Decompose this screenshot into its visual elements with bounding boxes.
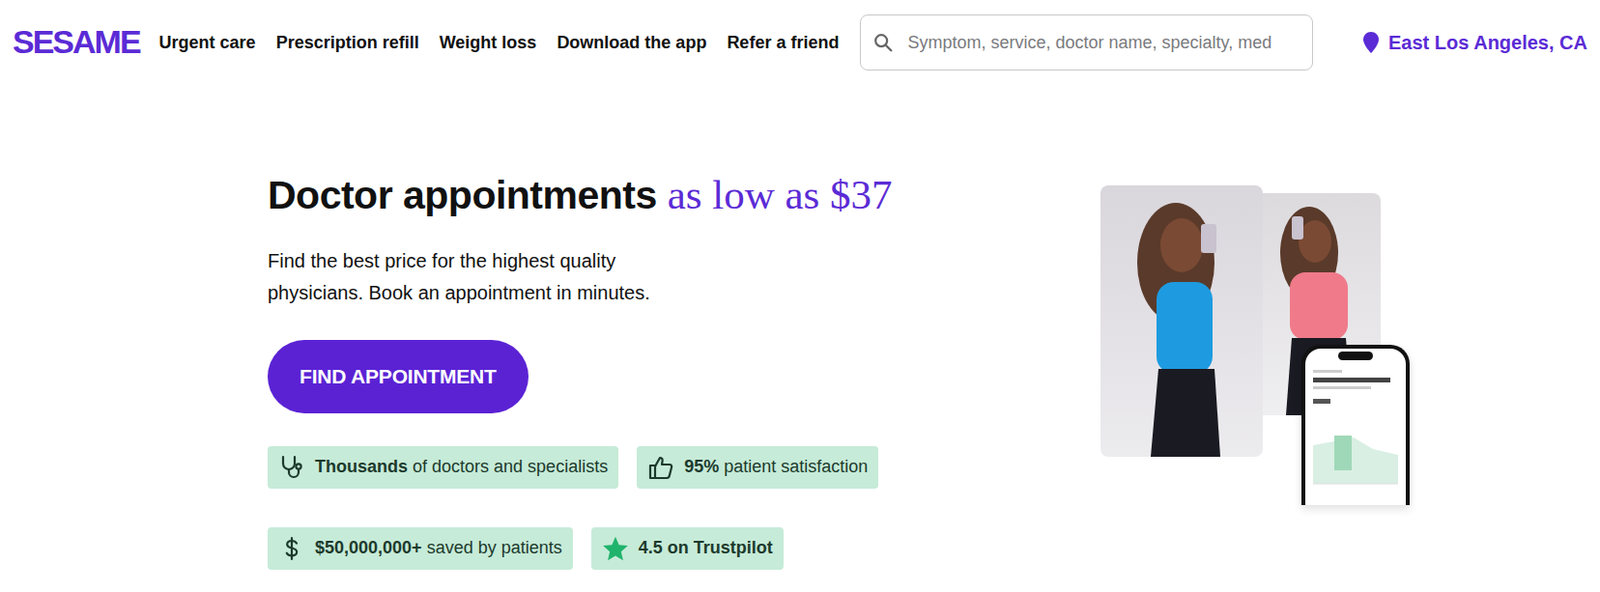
location-text[interactable]: East Los Angeles, CA [1388,28,1588,58]
nav-link[interactable]: Refer a friend [726,29,839,57]
main-nav: Urgent care Prescription refill Weight los… [159,29,840,57]
stat-badge: $50,000,000+ saved by patients [267,527,573,571]
nav-link[interactable]: Weight loss [439,29,538,57]
nav-link[interactable]: Download the app [556,29,707,57]
stethoscope-icon [278,454,306,482]
stat-label: patient satisfaction [723,457,868,477]
stat-text: Thousands of doctors and specialists [314,454,608,481]
stat-text: $50,000,000+ saved by patients [314,535,563,562]
hero: Doctor appointments as low as $37 Find th… [0,85,1600,571]
nav-link[interactable]: Prescription refill [276,29,420,57]
hero-image [1100,185,1410,510]
nav-link[interactable]: Urgent care [159,29,257,57]
search-input[interactable] [905,28,1299,58]
dollar-icon [278,535,306,563]
stat-text: 4.5 on Trustpilot [638,535,773,562]
stat-label: saved by patients [427,538,563,558]
hero-subtitle: Find the best price for the highest qual… [267,245,703,310]
stat-strong: 4.5 on Trustpilot [638,538,773,558]
stat-label: of doctors and specialists [412,457,608,477]
thumbs-up-icon [647,454,675,482]
location[interactable]: East Los Angeles, CA [1363,28,1588,58]
search-box [859,14,1314,71]
hero-title: Doctor appointments as low as $37 [267,170,1101,221]
find-appointment-button[interactable]: FIND APPOINTMENT [267,340,529,414]
stat-strong: $50,000,000+ [314,538,423,558]
photo [1100,185,1263,458]
stats: Thousands of doctors and specialists 95% … [267,446,944,571]
top-bar: SESAME Urgent care Prescription refill Weig… [0,0,1600,86]
stat-badge: 4.5 on Trustpilot [591,527,784,571]
stat-badge: 95% patient satisfaction [636,446,879,489]
stat-strong: 95% [684,457,719,477]
star-icon [601,535,629,563]
phone-mockup [1301,344,1410,506]
stat-strong: Thousands [314,457,408,477]
hero-text: Doctor appointments as low as $37 Find th… [267,170,1101,571]
pin-icon [1363,31,1379,54]
search-icon [872,31,894,54]
title-accent: as low as $37 [667,171,893,218]
title-main: Doctor appointments [267,172,658,218]
stat-text: 95% patient satisfaction [684,454,868,481]
logo[interactable]: SESAME [12,24,141,60]
stat-badge: Thousands of doctors and specialists [267,446,619,489]
